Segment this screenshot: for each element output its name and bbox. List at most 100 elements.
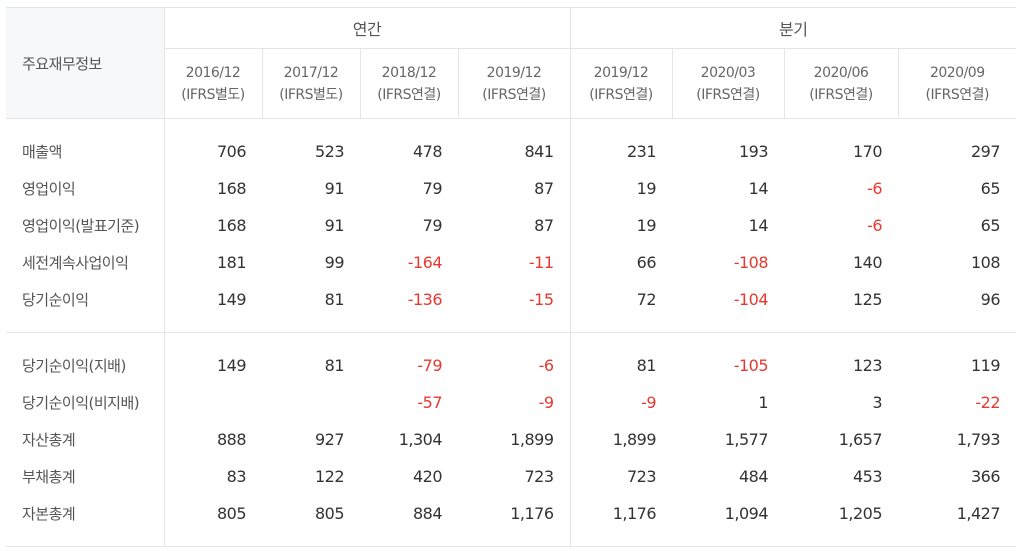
group-header-annual: 연간 (164, 7, 571, 49)
row-label: 자본총계 (6, 495, 165, 532)
value-cell: 884 (412, 504, 443, 523)
value-cell: 723 (524, 467, 554, 486)
value-cell: 523 (314, 142, 345, 161)
value-cell: 14 (748, 216, 769, 235)
period-date: 2020/09 (929, 64, 985, 81)
value-cell: 484 (738, 467, 769, 486)
row-label: 영업이익(발표기준) (6, 207, 165, 244)
table-row: 자본총계 805 805 884 1,176 1,176 1,094 1,205 1,427 (6, 495, 1016, 532)
value-cell: 1,793 (956, 430, 1001, 449)
value-cell: -15 (528, 290, 554, 309)
value-cell: 87 (534, 216, 554, 235)
value-cell: -104 (733, 290, 769, 309)
value-cell: 65 (980, 179, 1001, 198)
value-cell: 108 (970, 253, 1001, 272)
value-cell: 478 (412, 142, 443, 161)
row-label: 당기순이익 (6, 281, 165, 318)
table-row: 매출액 706 523 478 841 231 193 170 297 (6, 133, 1016, 170)
value-cell: 927 (314, 430, 345, 449)
value-cell: -6 (538, 356, 554, 375)
row-label: 자산총계 (6, 421, 165, 458)
group-header-quarterly: 분기 (569, 7, 1017, 49)
value-cell: 1,577 (724, 430, 769, 449)
value-cell: 65 (980, 216, 1001, 235)
value-cell: 149 (216, 356, 247, 375)
value-cell: -136 (407, 290, 443, 309)
value-cell: -11 (528, 253, 554, 272)
value-cell: 170 (852, 142, 883, 161)
value-cell: -79 (417, 356, 442, 375)
value-cell: -164 (407, 253, 443, 272)
value-cell: 1,094 (724, 504, 769, 523)
period-date: 2018/12 (381, 64, 437, 81)
value-cell: -57 (417, 393, 442, 412)
value-cell: 706 (216, 142, 247, 161)
table-row: 세전계속사업이익 181 99 -164 -11 66 -108 140 108 (6, 244, 1016, 281)
value-cell: -9 (538, 393, 554, 412)
value-cell: 297 (970, 142, 1001, 161)
value-cell: 87 (534, 179, 554, 198)
table-row: 영업이익(발표기준) 168 91 79 87 19 14 -6 65 (6, 207, 1016, 244)
value-cell: 805 (216, 504, 247, 523)
period-header: 2020/09 (IFRS연결) (897, 48, 1017, 119)
value-cell: 79 (422, 179, 443, 198)
table-row: 영업이익 168 91 79 87 19 14 -6 65 (6, 170, 1016, 207)
value-cell: -108 (733, 253, 769, 272)
value-cell: 72 (569, 281, 673, 318)
period-header: 2019/12 (IFRS연결) (569, 48, 673, 119)
value-cell: 453 (852, 467, 883, 486)
value-cell: 119 (970, 356, 1001, 375)
period-header: 2017/12 (IFRS별도) (261, 48, 360, 119)
spacer-row (6, 118, 1016, 133)
period-basis: (IFRS연결) (589, 86, 653, 103)
value-cell: 723 (569, 458, 673, 495)
period-basis: (IFRS연결) (925, 86, 990, 103)
value-cell: 66 (569, 244, 673, 281)
value-cell: 123 (852, 356, 883, 375)
table-row: 당기순이익(지배) 149 81 -79 -6 81 -105 123 119 (6, 347, 1016, 384)
value-cell (262, 384, 360, 421)
value-cell: 1,657 (838, 430, 883, 449)
value-cell: 366 (970, 467, 1001, 486)
period-date: 2020/03 (700, 64, 756, 81)
value-cell: 3 (872, 393, 883, 412)
spacer-row (6, 332, 1016, 347)
value-cell: 231 (569, 133, 673, 170)
value-cell: -22 (975, 393, 1001, 412)
period-header: 2016/12 (IFRS별도) (164, 48, 262, 119)
value-cell: 14 (748, 179, 769, 198)
value-cell: 1 (758, 393, 769, 412)
period-basis: (IFRS연결) (482, 86, 546, 103)
value-cell: 149 (216, 290, 247, 309)
table-body: 매출액 706 523 478 841 231 193 170 297 영업이익 168 91 79 87… (6, 118, 1017, 547)
value-cell: 1,304 (398, 430, 443, 449)
period-basis: (IFRS연결) (809, 86, 873, 103)
value-cell: 99 (324, 253, 345, 272)
value-cell: 81 (569, 347, 673, 384)
value-cell: 168 (216, 179, 247, 198)
value-cell: 841 (524, 142, 554, 161)
value-cell: 420 (412, 467, 443, 486)
period-date: 2020/06 (813, 64, 869, 81)
value-cell: 125 (852, 290, 883, 309)
period-basis: (IFRS연결) (696, 86, 760, 103)
value-cell: 140 (852, 253, 883, 272)
period-basis: (IFRS별도) (181, 86, 245, 103)
value-cell: -6 (867, 179, 883, 198)
value-cell: 1,205 (838, 504, 883, 523)
table-row: 당기순이익(비지배) -57 -9 -9 1 3 -22 (6, 384, 1016, 421)
value-cell: 1,176 (569, 495, 673, 532)
value-cell: -105 (733, 356, 769, 375)
value-cell: 81 (324, 290, 345, 309)
row-label: 세전계속사업이익 (6, 244, 165, 281)
value-cell: 81 (324, 356, 345, 375)
value-cell: 888 (216, 430, 247, 449)
value-cell: 19 (569, 170, 673, 207)
value-cell: 181 (216, 253, 247, 272)
row-label: 당기순이익(비지배) (6, 384, 165, 421)
value-cell: -9 (569, 384, 673, 421)
value-cell: 193 (738, 142, 769, 161)
row-label: 당기순이익(지배) (6, 347, 165, 384)
value-cell (164, 384, 262, 421)
value-cell: 91 (324, 216, 345, 235)
